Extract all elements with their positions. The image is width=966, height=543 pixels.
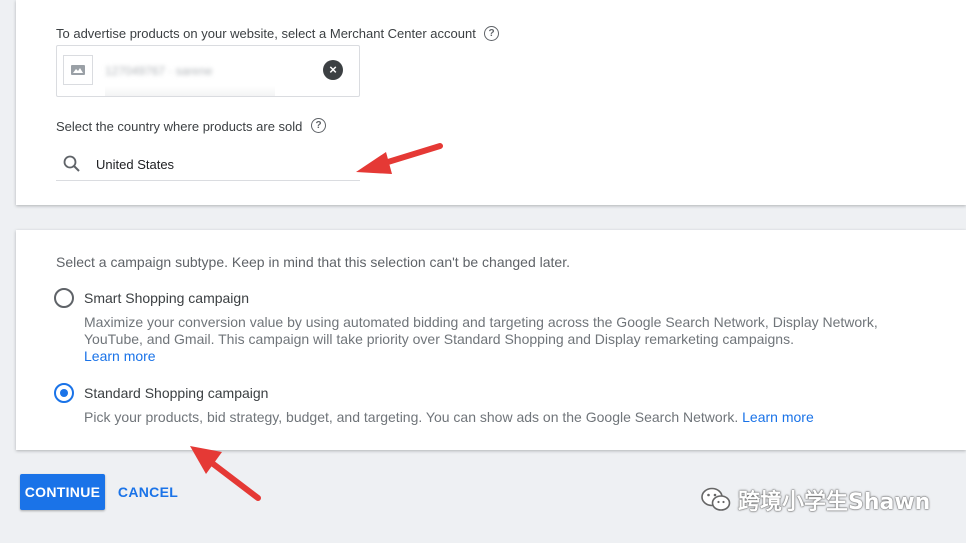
- merchant-account-name: 127049767 · sarene: [105, 64, 213, 78]
- country-search-field[interactable]: United States: [56, 148, 360, 181]
- option-description-standard-shopping: Pick your products, bid strategy, budget…: [84, 409, 814, 425]
- learn-more-link[interactable]: Learn more: [84, 348, 156, 364]
- radio-smart-shopping[interactable]: [54, 288, 74, 308]
- option-title-smart-shopping: Smart Shopping campaign: [84, 290, 249, 306]
- option-title-standard-shopping: Standard Shopping campaign: [84, 385, 269, 401]
- search-icon: [63, 155, 80, 172]
- country-value: United States: [96, 157, 175, 172]
- wechat-icon: [701, 487, 731, 511]
- option-description-smart-shopping: Maximize your conversion value by using …: [84, 314, 878, 364]
- country-label: Select the country where products are so…: [56, 119, 303, 134]
- help-icon[interactable]: ?: [311, 118, 326, 133]
- continue-button[interactable]: CONTINUE: [20, 474, 105, 510]
- merchant-account-selector[interactable]: 127049767 · sarene ×: [56, 45, 360, 97]
- annotation-arrow-standard-shopping: [190, 446, 261, 501]
- store-icon: [63, 55, 93, 85]
- learn-more-link[interactable]: Learn more: [742, 409, 814, 425]
- campaign-subtype-card: Select a campaign subtype. Keep in mind …: [16, 230, 966, 450]
- clear-icon[interactable]: ×: [323, 60, 343, 80]
- subtype-description: Select a campaign subtype. Keep in mind …: [56, 254, 570, 270]
- cancel-button[interactable]: CANCEL: [114, 474, 182, 510]
- merchant-settings-card: To advertise products on your website, s…: [16, 0, 966, 205]
- radio-standard-shopping[interactable]: [54, 383, 74, 403]
- help-icon[interactable]: ?: [484, 26, 499, 41]
- watermark-text: 跨境小学生Shawn: [738, 490, 931, 515]
- merchant-account-label: To advertise products on your website, s…: [56, 26, 476, 41]
- watermark: 跨境小学生Shawn: [700, 484, 930, 516]
